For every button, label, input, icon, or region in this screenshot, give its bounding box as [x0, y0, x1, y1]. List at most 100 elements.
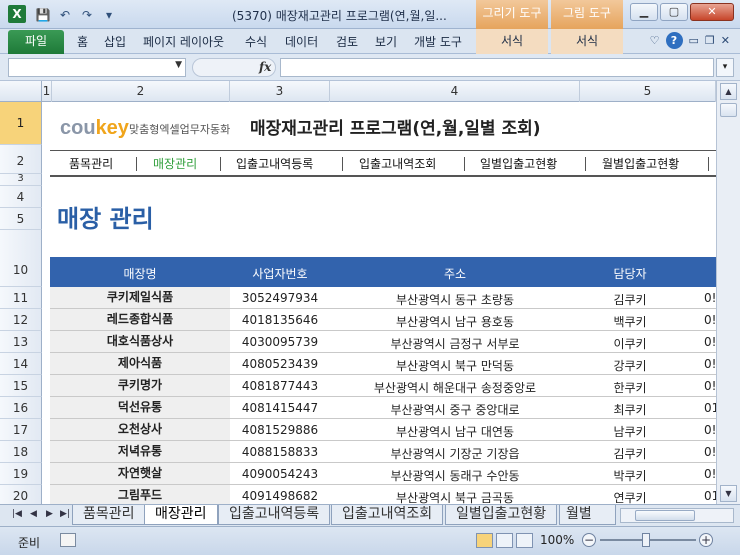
tab-insert[interactable]: 삽입 — [104, 33, 126, 50]
last-sheet-icon[interactable]: ▶| — [60, 509, 70, 519]
ribbon-close-icon[interactable]: ✕ — [721, 34, 730, 47]
ribbon-restore-icon[interactable]: ❐ — [705, 34, 715, 47]
row-header-12[interactable]: 12 — [0, 309, 42, 331]
tab-file[interactable]: 파일 — [8, 30, 64, 54]
nav-separator — [136, 157, 137, 171]
page-break-view-icon[interactable] — [516, 533, 533, 548]
row-header-13[interactable]: 13 — [0, 331, 42, 353]
nav-item-inout-register[interactable]: 입출고내역등록 — [236, 155, 313, 172]
sheet-tab-daily-status[interactable]: 일별입출고현황 — [445, 505, 558, 525]
tab-review[interactable]: 검토 — [336, 33, 358, 50]
row-header-18[interactable]: 18 — [0, 441, 42, 463]
zoom-in-icon[interactable]: + — [699, 533, 713, 547]
nav-item-stores[interactable]: 매장관리 — [153, 155, 197, 172]
tab-data[interactable]: 데이터 — [285, 33, 318, 50]
row-header-17[interactable]: 17 — [0, 419, 42, 441]
sheet-tab-inout-search[interactable]: 입출고내역조회 — [331, 505, 444, 525]
save-icon[interactable]: 💾 — [34, 6, 52, 24]
horizontal-scroll-thumb[interactable] — [635, 510, 695, 521]
row-header-15[interactable]: 15 — [0, 375, 42, 397]
select-all-corner[interactable] — [0, 81, 42, 102]
column-biz-number[interactable]: 사업자번호 — [230, 265, 330, 282]
column-header-1[interactable]: 1 — [42, 81, 52, 102]
table-row[interactable]: 덕선유통 4081415447 부산광역시 중구 중앙대로 최쿠키 01 — [50, 397, 716, 419]
excel-logo-icon[interactable]: X — [8, 5, 26, 23]
nav-item-daily-status[interactable]: 일별입출고현황 — [480, 155, 557, 172]
horizontal-scrollbar[interactable] — [620, 508, 734, 523]
column-header-5[interactable]: 5 — [580, 81, 716, 102]
row-header-16[interactable]: 16 — [0, 397, 42, 419]
table-row[interactable]: 레드종합식품 4018135646 부산광역시 남구 용호동 백쿠키 0! — [50, 309, 716, 331]
tab-view[interactable]: 보기 — [375, 33, 397, 50]
normal-view-icon[interactable] — [476, 533, 493, 548]
tab-format-picture[interactable]: 서식 — [551, 29, 623, 54]
sheet-tab-inout-register[interactable]: 입출고내역등록 — [218, 505, 331, 525]
tab-formulas[interactable]: 수식 — [245, 33, 267, 50]
sheet-tab-items[interactable]: 품목관리 — [72, 505, 146, 525]
ribbon-minimize-icon[interactable]: ▭ — [689, 34, 699, 47]
sheet-tab-stores[interactable]: 매장관리 — [144, 505, 218, 525]
minimize-button[interactable]: ▁ — [630, 3, 658, 21]
tab-developer[interactable]: 개발 도구 — [414, 33, 462, 50]
redo-icon[interactable]: ↷ — [78, 6, 96, 24]
row-header-10[interactable]: 10 — [0, 230, 42, 287]
scroll-up-icon[interactable]: ▲ — [720, 83, 737, 100]
insert-function-icon[interactable]: fx — [259, 60, 271, 74]
column-header-4[interactable]: 4 — [330, 81, 580, 102]
nav-item-items[interactable]: 품목관리 — [69, 155, 113, 172]
table-row[interactable]: 오천상사 4081529886 부산광역시 남구 대연동 남쿠키 0! — [50, 419, 716, 441]
sheet-tab-monthly[interactable]: 월별 — [559, 505, 616, 525]
nav-item-inout-search[interactable]: 입출고내역조회 — [359, 155, 436, 172]
prev-sheet-icon[interactable]: ◀ — [30, 509, 37, 519]
table-row[interactable]: 그림푸드 4091498682 부산광역시 북구 금곡동 연쿠키 01 — [50, 485, 716, 504]
close-button[interactable]: ✕ — [690, 3, 734, 21]
maximize-button[interactable]: ▢ — [660, 3, 688, 21]
column-store-name[interactable]: 매장명 — [50, 265, 230, 282]
zoom-slider-thumb[interactable] — [642, 533, 650, 547]
macro-record-icon[interactable] — [60, 533, 76, 547]
table-row[interactable]: 쿠키명가 4081877443 부산광역시 해운대구 송정중앙로 한쿠키 0! — [50, 375, 716, 397]
row-header-11[interactable]: 11 — [0, 287, 42, 309]
row-header-20[interactable]: 20 — [0, 485, 42, 504]
row-header-19[interactable]: 19 — [0, 463, 42, 485]
row-header-2[interactable]: 2 — [0, 145, 42, 174]
row-header-1[interactable]: 1 — [0, 102, 42, 145]
column-manager[interactable]: 담당자 — [580, 265, 680, 282]
row-header-5[interactable]: 5 — [0, 208, 42, 230]
name-box[interactable]: ▼ — [8, 58, 186, 77]
minimize-ribbon-icon[interactable]: ♡ — [650, 34, 660, 47]
column-headers: 1 2 3 4 5 — [0, 81, 716, 102]
page-layout-view-icon[interactable] — [496, 533, 513, 548]
scroll-down-icon[interactable]: ▼ — [720, 485, 737, 502]
scroll-thumb[interactable] — [720, 103, 737, 117]
tab-page-layout[interactable]: 페이지 레이아웃 — [143, 33, 224, 50]
table-row[interactable]: 대호식품상사 4030095739 부산광역시 금정구 서부로 이쿠키 0! — [50, 331, 716, 353]
column-header-3[interactable]: 3 — [230, 81, 330, 102]
formula-input[interactable] — [280, 58, 714, 77]
row-header-4[interactable]: 4 — [0, 186, 42, 208]
tab-format-drawing[interactable]: 서식 — [476, 29, 548, 54]
tab-home[interactable]: 홈 — [77, 33, 88, 50]
nav-item-monthly-status[interactable]: 월별입출고현황 — [602, 155, 679, 172]
worksheet-grid[interactable]: 1 2 3 4 5 1 2 3 4 5 10 11 12 13 14 15 16… — [0, 81, 740, 504]
first-sheet-icon[interactable]: |◀ — [12, 509, 22, 519]
table-row[interactable]: 자연햇살 4090054243 부산광역시 동래구 수안동 박쿠키 0! — [50, 463, 716, 485]
expand-formula-bar-icon[interactable]: ▾ — [716, 58, 734, 77]
row-header-3[interactable]: 3 — [0, 174, 42, 186]
table-row[interactable]: 쿠키제일식품 3052497934 부산광역시 동구 초량동 김쿠키 0! — [50, 287, 716, 309]
table-row[interactable]: 저녁유통 4088158833 부산광역시 기장군 기장읍 김쿠키 0! — [50, 441, 716, 463]
undo-icon[interactable]: ↶ — [56, 6, 74, 24]
help-icon[interactable]: ? — [665, 32, 683, 49]
name-box-dropdown-icon[interactable]: ▼ — [175, 60, 182, 70]
column-header-2[interactable]: 2 — [52, 81, 230, 102]
view-buttons — [476, 533, 533, 548]
manager: 백쿠키 — [613, 315, 647, 329]
vertical-scrollbar[interactable]: ▲ ▼ — [716, 81, 740, 504]
next-sheet-icon[interactable]: ▶ — [46, 509, 53, 519]
column-address[interactable]: 주소 — [330, 265, 580, 282]
zoom-out-icon[interactable]: − — [582, 533, 596, 547]
row-header-14[interactable]: 14 — [0, 353, 42, 375]
table-row[interactable]: 제아식품 4080523439 부산광역시 북구 만덕동 강쿠키 0! — [50, 353, 716, 375]
customize-qat-icon[interactable]: ▾ — [100, 6, 118, 24]
zoom-level[interactable]: 100% — [540, 533, 574, 547]
